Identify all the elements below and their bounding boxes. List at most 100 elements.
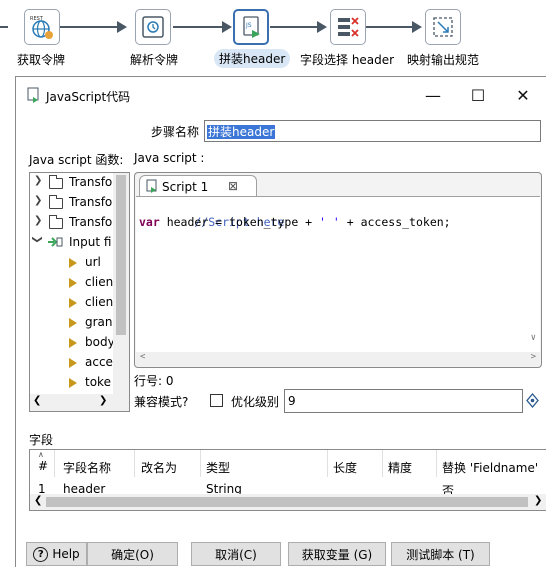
folder-icon <box>49 195 63 209</box>
hop-line <box>173 26 223 28</box>
compat-mode-checkbox[interactable] <box>210 394 223 407</box>
fields-table: ∧ # 字段名称 改名为 类型 长度 精度 替换 'Fieldname' 1 h… <box>29 449 546 511</box>
folder-icon <box>49 175 63 189</box>
json-parse-icon[interactable] <box>135 9 171 45</box>
rest-globe-icon[interactable]: REST <box>24 9 60 45</box>
step-name-label: 步骤名称 <box>151 125 200 139</box>
tree-item-label: toke <box>85 375 111 389</box>
tree-item-label: acce <box>85 355 113 369</box>
field-triangle-icon <box>69 278 77 288</box>
optimization-label: 优化级别 <box>231 395 280 409</box>
scrollbar-thumb[interactable] <box>116 175 126 335</box>
chevron-right-icon[interactable]: ❯ <box>34 175 42 186</box>
column-divider <box>134 450 135 477</box>
hop-line <box>270 26 318 28</box>
variable-diamond-icon[interactable] <box>526 392 539 411</box>
chevron-down-icon[interactable]: ❯ <box>32 235 43 243</box>
field-triangle-icon <box>69 338 77 348</box>
test-script-button[interactable]: 测试脚本 (T) <box>391 542 490 566</box>
field-triangle-icon <box>69 318 77 328</box>
step-name-value: 拼装header <box>207 125 276 139</box>
column-header[interactable]: 长度 <box>333 459 357 476</box>
column-header[interactable]: 类型 <box>206 459 230 476</box>
hop-arrow-icon <box>317 21 327 33</box>
tree-horizontal-scrollbar[interactable]: ❯ ❯ <box>30 394 129 411</box>
step-label: 解析令牌 <box>130 53 179 67</box>
fields-label: 字段 <box>29 433 54 447</box>
field-triangle-icon <box>69 378 77 388</box>
chevron-right-icon[interactable]: ❯ <box>34 195 42 206</box>
hop-line <box>60 26 118 28</box>
scroll-left-icon[interactable]: < <box>140 352 145 362</box>
code-editor[interactable]: //Script here var header = token_type + … <box>136 196 540 366</box>
scroll-right-icon[interactable]: > <box>531 352 536 362</box>
compat-mode-label: 兼容模式? <box>134 395 189 409</box>
functions-label: Java script 函数: <box>29 153 124 167</box>
tree-item-label: Transfo <box>69 195 113 209</box>
step-label: 映射输出规范 <box>407 53 480 67</box>
select-values-icon[interactable] <box>330 9 366 45</box>
script-editor: Script 1 ⊠ //Script here var header = to… <box>134 172 542 368</box>
column-header[interactable]: # <box>38 459 48 473</box>
script-icon <box>146 179 158 196</box>
scroll-down-icon[interactable]: ∨ <box>531 333 536 343</box>
hop-arrow-icon <box>222 21 232 33</box>
help-label: Help <box>52 547 80 561</box>
ok-button[interactable]: 确定(O) <box>87 542 178 566</box>
function-tree[interactable]: ❯ Transfo ❯ Transfo ❯ Transfo ❯ Input fi <box>29 172 130 412</box>
column-divider <box>200 450 201 477</box>
maximize-button[interactable]: ☐ <box>456 77 500 113</box>
svg-text:JS: JS <box>245 22 252 29</box>
close-button[interactable]: ✕ <box>501 77 545 113</box>
javascript-icon <box>26 87 40 106</box>
fields-horizontal-scrollbar[interactable]: ❯ ❯ <box>30 494 546 510</box>
hop-line <box>0 26 8 28</box>
scroll-right-icon[interactable]: ❯ <box>534 495 542 506</box>
editor-horizontal-scrollbar[interactable]: < > <box>136 352 540 366</box>
tree-item-label: Transfo <box>69 175 113 189</box>
get-variables-button[interactable]: 获取变量 (G) <box>288 542 386 566</box>
cancel-button[interactable]: 取消(C) <box>191 542 281 566</box>
sort-up-icon[interactable]: ∧ <box>38 450 44 459</box>
column-header[interactable]: 精度 <box>388 459 412 476</box>
input-fields-icon <box>47 236 63 251</box>
tab-label: Script 1 <box>162 180 209 194</box>
help-button[interactable]: ? Help <box>26 542 87 566</box>
column-divider <box>327 450 328 477</box>
optimization-value: 9 <box>288 394 296 408</box>
chevron-right-icon[interactable]: ❯ <box>34 215 42 226</box>
tree-item-label: Transfo <box>69 215 113 229</box>
scroll-left-icon[interactable]: ❯ <box>34 495 42 506</box>
column-header[interactable]: 替换 'Fieldname' <box>442 459 538 476</box>
column-divider <box>436 450 437 477</box>
code-line: var header = token_type + ' ' + access_t… <box>139 215 451 229</box>
line-number: 行号: 0 <box>134 374 174 388</box>
cancel-label: 取消(C) <box>215 547 257 562</box>
field-triangle-icon <box>69 358 77 368</box>
dialog-title: JavaScript代码 <box>46 90 131 104</box>
tree-item-label: gran <box>85 315 113 329</box>
step-name-input[interactable]: 拼装header <box>204 120 541 142</box>
tree-item-label: url <box>85 255 101 269</box>
step-label: 字段选择 header <box>300 53 395 67</box>
scroll-right-icon[interactable]: ❯ <box>99 395 107 406</box>
column-divider <box>382 450 383 477</box>
hop-arrow-icon <box>117 21 127 33</box>
mapping-output-icon[interactable] <box>425 9 461 45</box>
script-label: Java script : <box>134 151 205 165</box>
step-label: 获取令牌 <box>17 53 66 67</box>
scroll-left-icon[interactable]: ❯ <box>33 395 41 406</box>
title-bar: JavaScript代码 — ☐ ✕ <box>16 77 546 113</box>
close-tab-icon[interactable]: ⊠ <box>228 179 238 193</box>
column-header[interactable]: 字段名称 <box>63 459 111 476</box>
javascript-icon[interactable]: JS <box>233 9 269 45</box>
scrollbar-thumb[interactable] <box>46 497 528 507</box>
column-divider <box>54 450 55 477</box>
help-icon: ? <box>33 546 49 562</box>
optimization-level-input[interactable]: 9 <box>284 389 523 413</box>
field-triangle-icon <box>69 298 77 308</box>
column-header[interactable]: 改名为 <box>141 459 177 476</box>
minimize-button[interactable]: — <box>411 77 455 113</box>
tab-script-1[interactable]: Script 1 ⊠ <box>139 175 257 197</box>
tree-vertical-scrollbar[interactable] <box>113 173 129 395</box>
